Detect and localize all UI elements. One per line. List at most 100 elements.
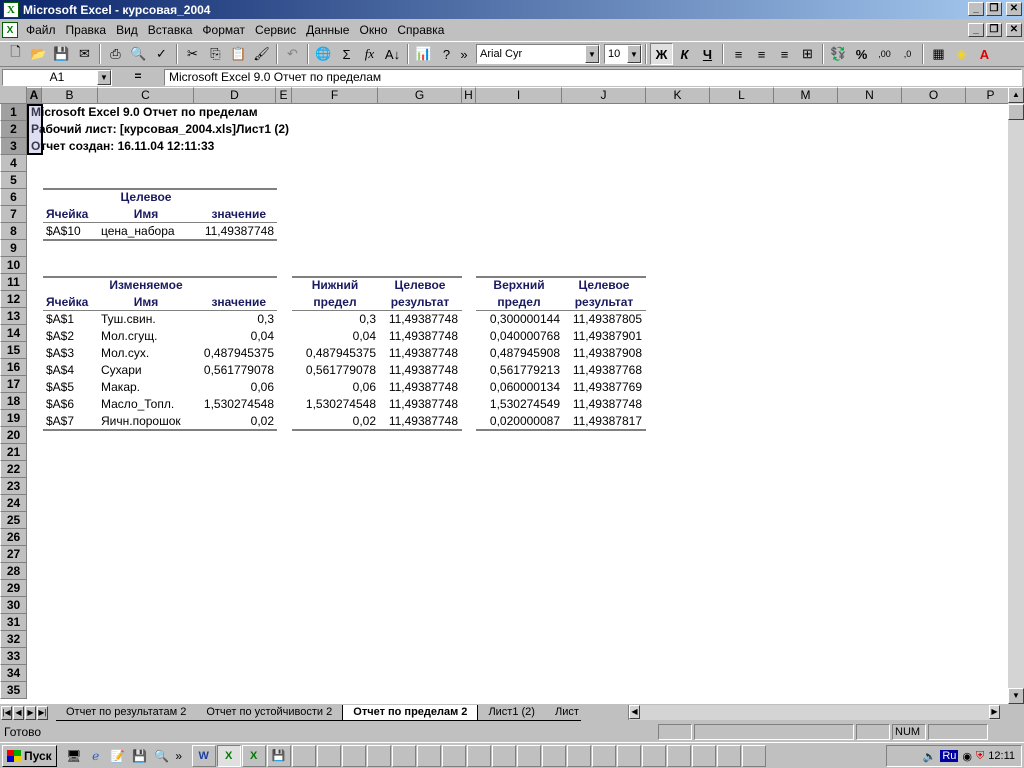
worksheet-grid[interactable]: ABCDEFGHIJKLMNOP 1 2 3 4 5 6 7 8 9 10 11 12 13 14 15 16… xyxy=(0,87,1024,704)
chevron-down-icon[interactable]: ▼ xyxy=(585,45,599,63)
equals-sign[interactable]: = xyxy=(112,69,164,86)
tab-sensitivity-report[interactable]: Отчет по устойчивости 2 xyxy=(196,705,343,721)
percent-button[interactable]: % xyxy=(850,43,873,65)
menu-file[interactable]: Файл xyxy=(21,21,61,39)
align-center-icon[interactable]: ≡ xyxy=(750,43,773,65)
undo-icon[interactable]: ↶ xyxy=(281,43,304,65)
scroll-left-icon[interactable]: ◀ xyxy=(629,705,640,719)
more-quicklaunch-icon[interactable]: » xyxy=(173,745,185,767)
format-painter-icon[interactable]: 🖌 xyxy=(250,43,273,65)
row-header-8[interactable]: 8 xyxy=(0,223,27,240)
last-sheet-icon[interactable]: ▶| xyxy=(37,705,48,720)
taskbar-slot[interactable] xyxy=(441,744,466,767)
language-indicator[interactable]: Ru xyxy=(940,750,959,762)
formula-input[interactable]: Microsoft Excel 9.0 Отчет по пределам xyxy=(164,68,1022,86)
taskbar-excel2-icon[interactable]: X xyxy=(241,744,266,767)
underline-button[interactable]: Ч xyxy=(696,43,719,65)
scroll-right-icon[interactable]: ▶ xyxy=(989,705,1000,719)
workbook-icon[interactable]: X xyxy=(2,22,18,38)
more-buttons-icon[interactable]: » xyxy=(458,43,470,65)
row-header-5[interactable]: 5 xyxy=(0,172,27,189)
taskbar-slot[interactable] xyxy=(566,744,591,767)
print-preview-icon[interactable]: 🔍 xyxy=(127,43,150,65)
save-icon[interactable]: 💾 xyxy=(50,43,73,65)
taskbar-slot[interactable] xyxy=(541,744,566,767)
column-header-j[interactable]: J xyxy=(562,87,646,104)
hyperlink-icon[interactable]: 🌐 xyxy=(312,43,335,65)
scroll-up-icon[interactable]: ▲ xyxy=(1008,87,1024,103)
row-header-3[interactable]: 3 xyxy=(0,138,27,155)
merge-center-icon[interactable]: ⊞ xyxy=(796,43,819,65)
row-header-15[interactable]: 15 xyxy=(0,342,27,359)
column-header-k[interactable]: K xyxy=(646,87,710,104)
vertical-scrollbar[interactable]: ▲ ▼ xyxy=(1008,87,1024,704)
help-icon[interactable]: ? xyxy=(435,43,458,65)
taskbar-slot[interactable] xyxy=(341,744,366,767)
start-button[interactable]: Пуск xyxy=(2,744,57,767)
doc-restore-button[interactable]: ❐ xyxy=(986,23,1002,37)
paste-icon[interactable]: 📋 xyxy=(227,43,250,65)
sort-ascending-icon[interactable]: A↓ xyxy=(381,43,404,65)
column-header-c[interactable]: C xyxy=(98,87,194,104)
cut-icon[interactable]: ✂ xyxy=(181,43,204,65)
taskbar-word-icon[interactable]: W xyxy=(191,744,216,767)
decrease-decimal-icon[interactable]: ,0 xyxy=(896,43,919,65)
taskbar-slot[interactable] xyxy=(516,744,541,767)
font-color-icon[interactable]: A xyxy=(973,43,996,65)
search-icon[interactable]: 🔍 xyxy=(151,745,173,767)
show-desktop-icon[interactable]: 🖥 xyxy=(63,745,85,767)
active-cell[interactable] xyxy=(27,104,43,155)
taskbar-slot[interactable] xyxy=(641,744,666,767)
copy-icon[interactable]: ⎘ xyxy=(204,43,227,65)
row-header-21[interactable]: 21 xyxy=(0,444,27,461)
doc-minimize-button[interactable]: _ xyxy=(968,23,984,37)
prev-sheet-icon[interactable]: ◀ xyxy=(13,705,24,720)
row-header-29[interactable]: 29 xyxy=(0,580,27,597)
row-header-2[interactable]: 2 xyxy=(0,121,27,138)
row-header-32[interactable]: 32 xyxy=(0,631,27,648)
taskbar-slot[interactable] xyxy=(741,744,766,767)
select-all-corner[interactable] xyxy=(0,87,27,104)
menu-help[interactable]: Справка xyxy=(392,21,449,39)
taskbar-slot[interactable] xyxy=(291,744,316,767)
column-header-i[interactable]: I xyxy=(476,87,562,104)
taskbar-slot[interactable] xyxy=(616,744,641,767)
restore-button[interactable]: ❐ xyxy=(986,2,1002,16)
row-header-7[interactable]: 7 xyxy=(0,206,27,223)
row-header-35[interactable]: 35 xyxy=(0,682,27,699)
row-header-34[interactable]: 34 xyxy=(0,665,27,682)
align-right-icon[interactable]: ≡ xyxy=(773,43,796,65)
menu-insert[interactable]: Вставка xyxy=(143,21,198,39)
spelling-icon[interactable]: ✓ xyxy=(150,43,173,65)
next-sheet-icon[interactable]: ▶ xyxy=(25,705,36,720)
column-header-l[interactable]: L xyxy=(710,87,774,104)
minimize-button[interactable]: _ xyxy=(968,2,984,16)
row-header-23[interactable]: 23 xyxy=(0,478,27,495)
row-header-4[interactable]: 4 xyxy=(0,155,27,172)
increase-decimal-icon[interactable]: ,00 xyxy=(873,43,896,65)
taskbar-slot[interactable] xyxy=(666,744,691,767)
fill-color-icon[interactable]: ◈ xyxy=(950,43,973,65)
column-header-b[interactable]: B xyxy=(42,87,98,104)
scroll-thumb[interactable] xyxy=(1008,104,1024,120)
row-header-9[interactable]: 9 xyxy=(0,240,27,257)
volume-icon[interactable]: 🔊 xyxy=(923,750,937,763)
doc-close-button[interactable]: ✕ xyxy=(1006,23,1022,37)
autosum-icon[interactable]: Σ xyxy=(335,43,358,65)
bold-button[interactable]: Ж xyxy=(650,43,673,65)
borders-icon[interactable]: ▦ xyxy=(927,43,950,65)
row-header-1[interactable]: 1 xyxy=(0,104,27,121)
column-header-g[interactable]: G xyxy=(378,87,462,104)
taskbar-slot[interactable] xyxy=(491,744,516,767)
align-left-icon[interactable]: ≡ xyxy=(727,43,750,65)
taskbar-slot[interactable] xyxy=(716,744,741,767)
row-header-30[interactable]: 30 xyxy=(0,597,27,614)
row-header-26[interactable]: 26 xyxy=(0,529,27,546)
taskbar-slot[interactable] xyxy=(391,744,416,767)
network-icon[interactable]: ◉ xyxy=(962,750,972,763)
tab-sheet[interactable]: Лист xyxy=(544,705,581,721)
menu-edit[interactable]: Правка xyxy=(61,21,112,39)
italic-button[interactable]: К xyxy=(673,43,696,65)
column-header-a[interactable]: A xyxy=(27,87,42,104)
notepad-icon[interactable]: 📝 xyxy=(107,745,129,767)
